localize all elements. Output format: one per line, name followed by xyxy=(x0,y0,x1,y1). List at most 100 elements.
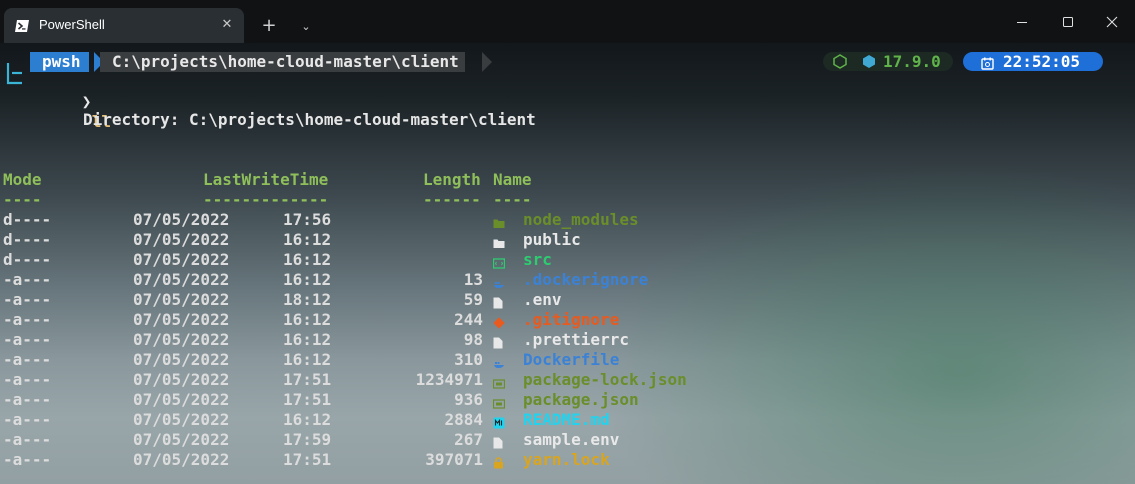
row-length: 936 xyxy=(454,390,483,409)
row-length: 98 xyxy=(463,330,483,349)
clock-segment: 22:52:05 xyxy=(963,52,1103,71)
terminal-window: PowerShell ✕ + ⌄ pwsh C:\projects\home-c… xyxy=(0,0,1135,484)
row-length: 267 xyxy=(454,430,483,449)
underline-mode: ---- xyxy=(3,190,42,209)
row-name: yarn.lock xyxy=(523,450,610,469)
row-mode: -a--- xyxy=(3,310,52,329)
listing-header: Mode LastWriteTime Length Name xyxy=(0,170,1135,190)
underline-length: ------ xyxy=(423,190,481,209)
row-mode: d---- xyxy=(3,230,52,249)
node-icon xyxy=(833,54,847,73)
file-row: -a--- 07/05/2022 18:12 59 .env xyxy=(0,290,1135,310)
directory-label: Directory: C:\projects\home-cloud-master… xyxy=(83,110,536,129)
file-row: d---- 07/05/2022 16:12 public xyxy=(0,230,1135,250)
tab-powershell[interactable]: PowerShell ✕ xyxy=(4,8,244,43)
row-date: 07/05/2022 xyxy=(133,410,230,429)
row-time: 16:12 xyxy=(283,310,332,329)
row-name: .dockerignore xyxy=(523,270,649,289)
row-date: 07/05/2022 xyxy=(133,330,230,349)
minimize-button[interactable] xyxy=(1010,12,1034,32)
row-time: 16:12 xyxy=(283,350,332,369)
row-mode: -a--- xyxy=(3,290,52,309)
listing-header-underline: ---- ------------- ------ ---- xyxy=(0,190,1135,210)
row-length: 1234971 xyxy=(415,370,483,389)
prompt-path-arrow xyxy=(482,52,492,72)
row-mode: -a--- xyxy=(3,370,52,389)
file-row: d---- 07/05/2022 17:56 node_modules xyxy=(0,210,1135,230)
new-tab-button[interactable]: + xyxy=(258,16,280,38)
prompt-shell-segment: pwsh xyxy=(30,52,89,72)
file-row: -a--- 07/05/2022 16:12 244 .gitignore xyxy=(0,310,1135,330)
underline-name: ---- xyxy=(493,190,532,209)
row-time: 17:51 xyxy=(283,390,332,409)
prompt-chevron: ❯ xyxy=(81,92,92,111)
header-mode: Mode xyxy=(3,170,42,189)
tab-title: PowerShell xyxy=(39,17,105,32)
row-time: 16:12 xyxy=(283,270,332,289)
file-row: -a--- 07/05/2022 16:12 310 Dockerfile xyxy=(0,350,1135,370)
header-length: Length xyxy=(423,170,481,189)
row-mode: -a--- xyxy=(3,410,52,429)
row-mode: -a--- xyxy=(3,430,52,449)
row-date: 07/05/2022 xyxy=(133,450,230,469)
row-name: sample.env xyxy=(523,430,620,449)
row-time: 17:51 xyxy=(283,370,332,389)
row-date: 07/05/2022 xyxy=(133,290,230,309)
row-length: 59 xyxy=(463,290,483,309)
prompt-bracket-icon xyxy=(6,61,24,87)
row-time: 16:12 xyxy=(283,410,332,429)
row-length: 244 xyxy=(454,310,483,329)
row-time: 16:12 xyxy=(283,250,332,269)
row-length: 310 xyxy=(454,350,483,369)
row-name: .prettierrc xyxy=(523,330,629,349)
row-time: 18:12 xyxy=(283,290,332,309)
row-date: 07/05/2022 xyxy=(133,250,230,269)
file-row: -a--- 07/05/2022 16:12 13 .dockerignore xyxy=(0,270,1135,290)
row-time: 17:51 xyxy=(283,450,332,469)
node-version-segment: 17.9.0 xyxy=(823,52,953,71)
row-name: .gitignore xyxy=(523,310,620,329)
row-name: README.md xyxy=(523,410,610,429)
title-bar: PowerShell ✕ + ⌄ xyxy=(0,0,1135,43)
file-row: -a--- 07/05/2022 17:51 936 package.json xyxy=(0,390,1135,410)
tab-dropdown-chevron-icon[interactable]: ⌄ xyxy=(296,16,316,38)
close-tab-icon[interactable]: ✕ xyxy=(218,16,236,34)
file-row: -a--- 07/05/2022 16:12 2884 README.md xyxy=(0,410,1135,430)
row-date: 07/05/2022 xyxy=(133,370,230,389)
row-date: 07/05/2022 xyxy=(133,210,230,229)
header-name: Name xyxy=(493,170,532,189)
row-time: 17:56 xyxy=(283,210,332,229)
row-time: 16:12 xyxy=(283,230,332,249)
close-window-button[interactable] xyxy=(1100,12,1124,32)
row-name: package.json xyxy=(523,390,639,409)
row-time: 17:59 xyxy=(283,430,332,449)
underline-lastwritetime: ------------- xyxy=(203,190,329,209)
row-date: 07/05/2022 xyxy=(133,310,230,329)
terminal-output[interactable]: pwsh C:\projects\home-cloud-master\clien… xyxy=(0,43,1135,484)
powershell-icon xyxy=(14,18,30,37)
lock-icon xyxy=(493,454,504,474)
maximize-button[interactable] xyxy=(1056,12,1080,32)
file-row: -a--- 07/05/2022 17:51 1234971 package-lock.… xyxy=(0,370,1135,390)
calendar-clock-icon xyxy=(981,55,994,74)
row-mode: -a--- xyxy=(3,450,52,469)
row-date: 07/05/2022 xyxy=(133,270,230,289)
row-name: package-lock.json xyxy=(523,370,687,389)
prompt-path-segment: C:\projects\home-cloud-master\client xyxy=(100,52,465,72)
row-mode: d---- xyxy=(3,250,52,269)
row-time: 16:12 xyxy=(283,330,332,349)
node-version: 17.9.0 xyxy=(883,52,941,71)
row-date: 07/05/2022 xyxy=(133,390,230,409)
row-date: 07/05/2022 xyxy=(133,350,230,369)
file-row: -a--- 07/05/2022 17:59 267 sample.env xyxy=(0,430,1135,450)
file-row: -a--- 07/05/2022 17:51 397071 yarn.lock xyxy=(0,450,1135,470)
row-length: 13 xyxy=(463,270,483,289)
nodejs-logo-icon xyxy=(862,54,876,73)
header-lastwritetime: LastWriteTime xyxy=(203,170,329,189)
row-mode: -a--- xyxy=(3,350,52,369)
file-row: d---- 07/05/2022 16:12 src xyxy=(0,250,1135,270)
row-date: 07/05/2022 xyxy=(133,430,230,449)
row-name: public xyxy=(523,230,581,249)
row-name: .env xyxy=(523,290,562,309)
command-line: ❯ ll xyxy=(24,72,111,131)
